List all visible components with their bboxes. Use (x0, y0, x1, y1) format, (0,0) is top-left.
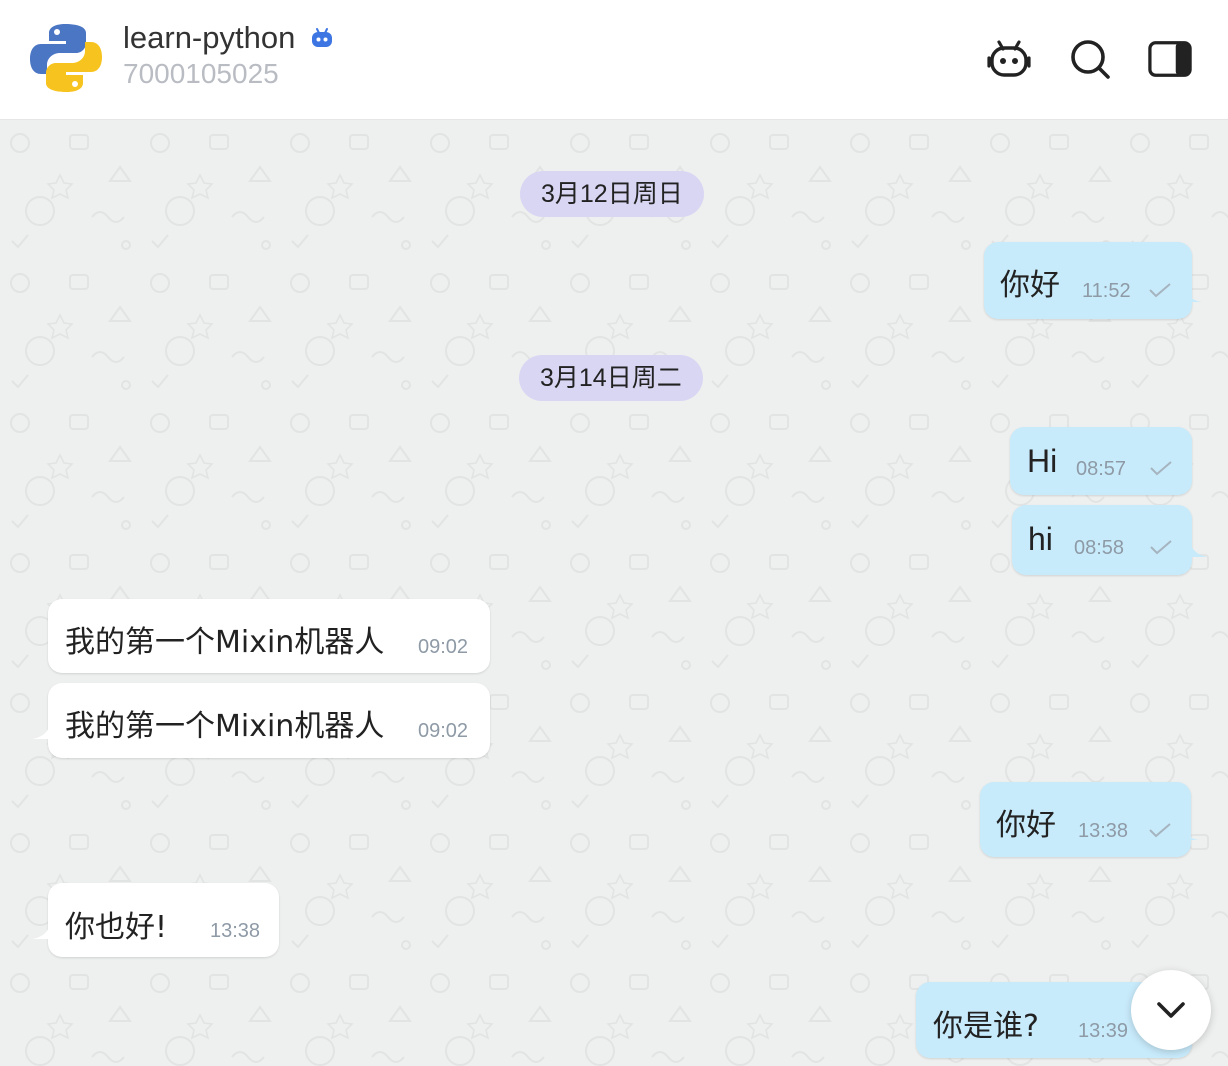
bubble-tail (1181, 826, 1199, 840)
sidebar-toggle-button[interactable] (1148, 37, 1192, 81)
sent-check-icon (1150, 461, 1172, 476)
message-time: 08:57 (1076, 458, 1127, 480)
date-separator: 3月12日周日 (520, 171, 704, 217)
message-text: 我的第一个Mixin机器人 (65, 709, 385, 744)
sent-check-icon (1149, 283, 1171, 298)
search-button[interactable] (1068, 37, 1112, 81)
message-text: hi (1028, 521, 1053, 557)
message-text: 你是谁? (933, 1009, 1039, 1044)
title-row: learn-python (123, 20, 335, 56)
message-time: 13:38 (1078, 820, 1129, 842)
chevron-down-icon (1157, 1002, 1185, 1018)
bot-icon (987, 40, 1031, 77)
sent-check-icon (1150, 540, 1172, 555)
message-time: 13:39 (1078, 1020, 1129, 1042)
message-list[interactable]: 3月12日周日 你好 11:52 3月14日周二 Hi 08:57 hi 08:… (0, 121, 1228, 1066)
chat-header: learn-python 7000105025 (0, 0, 1228, 120)
message-time: 13:38 (210, 920, 261, 942)
message-bubble-outgoing[interactable]: 你好 11:52 (984, 242, 1202, 319)
bubble-tail (32, 925, 50, 939)
robot-badge-icon (309, 25, 335, 51)
bubble-tail (32, 725, 50, 739)
message-bubble-incoming[interactable]: 你也好! 13:38 (32, 883, 279, 957)
scroll-to-bottom-button[interactable] (1131, 970, 1211, 1050)
message-text: 你好 (996, 808, 1056, 843)
message-text: 你好 (1000, 268, 1060, 303)
message-bubble-incoming[interactable]: 我的第一个Mixin机器人 09:02 (48, 599, 490, 673)
message-time: 09:02 (418, 720, 469, 742)
bubble-tail (1190, 543, 1208, 557)
message-text: 我的第一个Mixin机器人 (65, 625, 385, 660)
message-time: 11:52 (1082, 280, 1131, 302)
sent-check-icon (1149, 823, 1171, 838)
bot-button[interactable] (987, 37, 1031, 81)
message-time: 08:58 (1074, 537, 1125, 559)
chat-id: 7000105025 (123, 58, 279, 89)
message-time: 09:02 (418, 636, 469, 658)
sidebar-panel-icon (1148, 41, 1192, 77)
bubble-tail (1184, 288, 1202, 302)
date-separator: 3月14日周二 (519, 355, 703, 401)
python-logo-avatar[interactable] (30, 22, 102, 94)
search-icon (1071, 40, 1110, 79)
message-bubble-outgoing[interactable]: 你好 13:38 (980, 782, 1199, 857)
message-text: 你也好! (65, 910, 168, 945)
message-text: Hi (1027, 443, 1058, 479)
message-bubble-outgoing[interactable]: hi 08:58 (1012, 505, 1208, 575)
message-bubble-outgoing[interactable]: Hi 08:57 (1010, 427, 1192, 495)
chat-title: learn-python (123, 20, 296, 55)
message-bubble-incoming[interactable]: 我的第一个Mixin机器人 09:02 (32, 683, 490, 758)
